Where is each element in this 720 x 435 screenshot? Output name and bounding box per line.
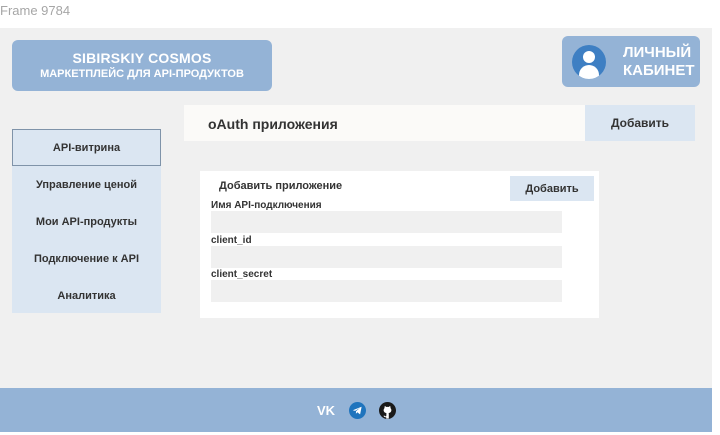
sidebar-item-price-management[interactable]: Управление ценой — [12, 166, 161, 203]
page-header: oAuth приложения — [184, 105, 585, 141]
client-id-input[interactable] — [211, 246, 562, 268]
sidebar-item-api-showcase[interactable]: API-витрина — [12, 129, 161, 166]
svg-text:VK: VK — [317, 404, 336, 416]
add-app-form: Добавить приложение Добавить Имя API-под… — [200, 171, 599, 318]
personal-account-label-line2: КАБИНЕТ — [623, 61, 695, 79]
api-connection-name-label: Имя API-подключения — [211, 200, 322, 211]
client-secret-label: client_secret — [211, 269, 273, 280]
sidebar-item-analytics[interactable]: Аналитика — [12, 277, 161, 314]
form-submit-button[interactable]: Добавить — [510, 176, 594, 201]
client-id-label: client_id — [211, 235, 252, 246]
form-title: Добавить приложение — [219, 180, 343, 192]
brand-title: SIBIRSKIY COSMOS — [72, 50, 212, 66]
brand-subtitle: МАРКЕТПЛЕЙС ДЛЯ API-ПРОДУКТОВ — [40, 68, 244, 80]
add-app-button[interactable]: Добавить — [585, 105, 695, 141]
client-secret-input[interactable] — [211, 280, 562, 302]
brand-logo[interactable]: SIBIRSKIY COSMOS МАРКЕТПЛЕЙС ДЛЯ API-ПРО… — [12, 40, 272, 91]
api-connection-name-input[interactable] — [211, 211, 562, 233]
personal-account-button[interactable]: ЛИЧНЫЙ КАБИНЕТ — [562, 36, 700, 87]
telegram-icon[interactable] — [349, 401, 366, 419]
personal-account-label-line1: ЛИЧНЫЙ — [623, 43, 692, 61]
sidebar-item-api-connection[interactable]: Подключение к API — [12, 240, 161, 277]
github-icon[interactable] — [379, 401, 396, 419]
frame-label: Frame 9784 — [0, 3, 71, 18]
page-title: oAuth приложения — [208, 116, 338, 132]
sidebar-item-my-api-products[interactable]: Мои API-продукты — [12, 203, 161, 240]
user-avatar-icon — [572, 44, 606, 79]
vk-icon[interactable]: VK — [316, 404, 336, 416]
sidebar: API-витрина Управление ценой Мои API-про… — [12, 129, 161, 313]
personal-account-label: ЛИЧНЫЙ КАБИНЕТ — [623, 44, 695, 80]
app-canvas: SIBIRSKIY COSMOS МАРКЕТПЛЕЙС ДЛЯ API-ПРО… — [0, 28, 712, 432]
footer: VK — [0, 388, 712, 432]
